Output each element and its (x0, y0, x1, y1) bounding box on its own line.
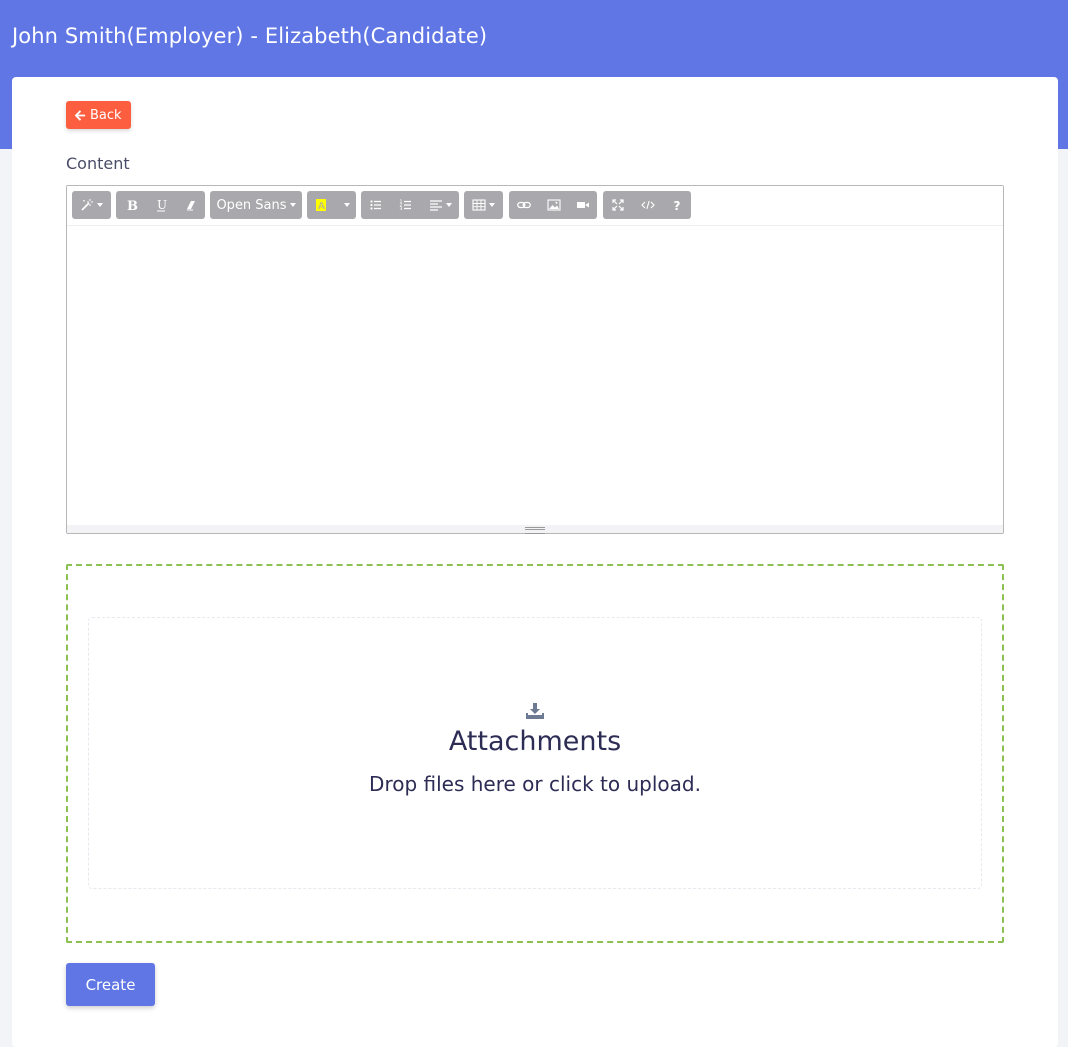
magic-style-button[interactable] (72, 191, 111, 219)
dropzone-subtitle: Drop files here or click to upload. (369, 772, 701, 796)
caret-down-icon (97, 203, 103, 207)
page-title: John Smith(Employer) - Elizabeth(Candida… (12, 24, 488, 48)
font-name-label: Open Sans (216, 197, 287, 213)
back-button[interactable]: Back (66, 101, 131, 129)
view-group: ? (603, 191, 691, 219)
ordered-list-button[interactable]: 123 (391, 191, 421, 219)
editor-resize-handle[interactable] (67, 525, 1003, 534)
editor-content-area[interactable] (67, 226, 1003, 525)
unordered-list-button[interactable] (361, 191, 391, 219)
attachments-dropzone: Attachments Drop files here or click to … (66, 564, 1004, 943)
svg-text:B: B (127, 199, 138, 212)
fullscreen-icon (612, 199, 624, 211)
font-name-group: Open Sans (210, 191, 302, 219)
insert-group (509, 191, 597, 219)
bold-button[interactable]: B (116, 191, 146, 219)
video-icon (576, 202, 589, 208)
color-dropdown-button[interactable] (335, 191, 356, 219)
eraser-icon (186, 201, 195, 211)
caret-down-icon (489, 203, 495, 207)
fullscreen-button[interactable] (603, 191, 633, 219)
download-icon (526, 703, 544, 719)
style-group (72, 191, 111, 219)
ordered-list-icon: 123 (400, 199, 411, 212)
video-button[interactable] (568, 191, 597, 219)
help-icon: ? (673, 199, 680, 212)
create-button[interactable]: Create (66, 963, 155, 1006)
underline-button[interactable]: U (146, 191, 176, 219)
font-style-group: B U (116, 191, 205, 219)
rich-text-editor: B U Open Sans A 1 2 3 ? (66, 185, 1004, 534)
image-button[interactable] (539, 191, 568, 219)
caret-down-icon (289, 203, 296, 207)
caret-down-icon (344, 203, 350, 207)
color-group: A (307, 191, 356, 219)
content-label: Content (66, 154, 130, 173)
underline-icon: U (157, 198, 167, 212)
unordered-list-icon (370, 200, 381, 210)
back-button-label: Back (90, 107, 122, 123)
table-group (464, 191, 503, 219)
editor-toolbar: B U Open Sans A 1 2 3 ? (67, 186, 1003, 226)
svg-text:3: 3 (400, 206, 403, 212)
text-color-button[interactable]: A (307, 191, 335, 219)
link-icon (517, 201, 531, 209)
code-view-icon (640, 200, 655, 210)
text-color-icon: A (316, 199, 326, 212)
align-dropdown-button[interactable] (421, 191, 459, 219)
caret-down-icon (445, 203, 452, 207)
code-view-button[interactable] (633, 191, 662, 219)
table-icon (472, 199, 486, 211)
svg-text:?: ? (673, 199, 680, 212)
bold-icon: B (127, 199, 138, 212)
font-name-dropdown[interactable]: Open Sans (210, 191, 302, 219)
clear-format-button[interactable] (176, 191, 205, 219)
dropzone-upload-area[interactable]: Attachments Drop files here or click to … (88, 617, 982, 889)
dropzone-title: Attachments (448, 726, 622, 757)
table-dropdown-button[interactable] (464, 191, 503, 219)
form-card: Back Content B U Open Sans A 1 2 3 ? Att… (12, 77, 1058, 1047)
resize-grip-icon (525, 527, 545, 534)
magic-style-icon (81, 199, 93, 211)
arrow-left-icon (75, 109, 86, 121)
align-icon (429, 200, 442, 211)
image-icon (546, 199, 561, 211)
link-button[interactable] (509, 191, 539, 219)
svg-text:A: A (318, 201, 325, 212)
help-button[interactable]: ? (662, 191, 691, 219)
paragraph-group: 123 (361, 191, 459, 219)
svg-text:U: U (157, 198, 167, 212)
